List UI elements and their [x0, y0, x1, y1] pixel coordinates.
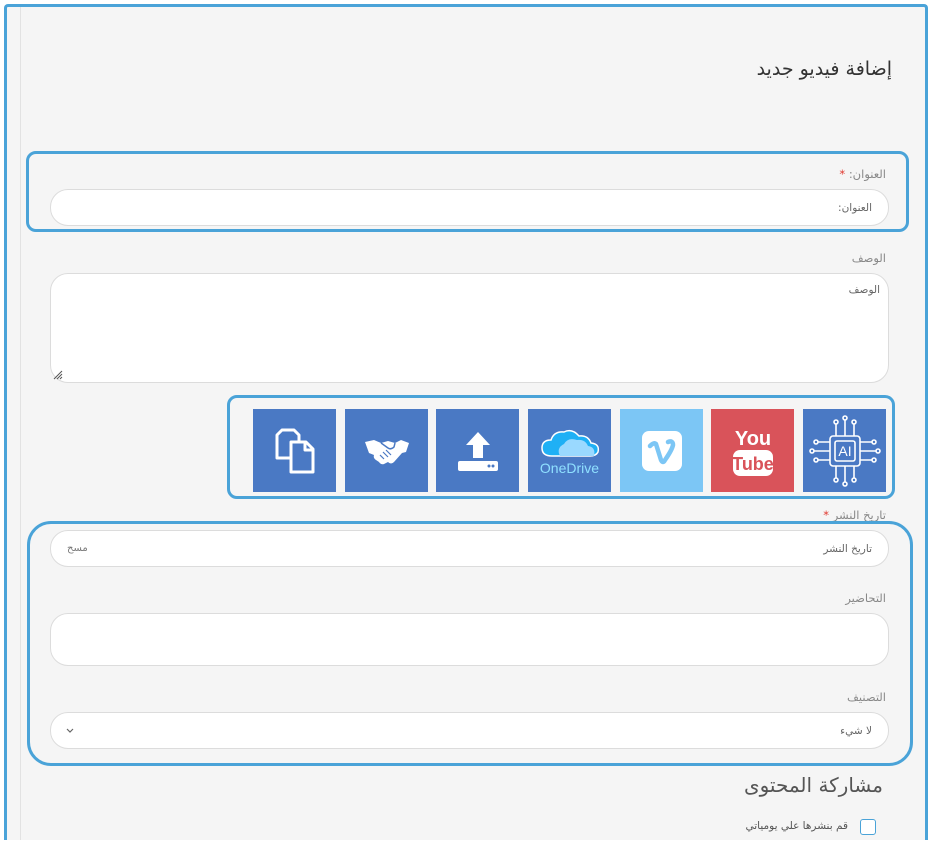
- source-youtube-button[interactable]: You Tube: [711, 409, 794, 492]
- sharing-section-title: مشاركة المحتوى: [743, 773, 883, 797]
- description-textarea[interactable]: الوصف: [50, 273, 889, 383]
- publish-to-diary-checkbox[interactable]: [860, 819, 876, 835]
- youtube-label-top: You: [734, 428, 770, 450]
- handshake-icon: [364, 439, 409, 464]
- chevron-down-icon: [66, 728, 74, 733]
- upload-icon: [457, 431, 498, 471]
- title-label: العنوان: *: [839, 167, 886, 181]
- onedrive-label: OneDrive: [539, 459, 600, 476]
- preparations-label: التحاضير: [845, 591, 886, 605]
- category-selected-value: لا شيء: [840, 725, 872, 737]
- source-ai-button[interactable]: AI: [803, 409, 886, 492]
- frame-inner-line: [20, 7, 21, 840]
- clear-date-button[interactable]: مسح: [67, 543, 88, 554]
- publish-date-input[interactable]: تاريخ النشر مسح: [50, 530, 889, 567]
- publish-to-diary-label: قم بنشرها علي يومياتي: [745, 820, 848, 832]
- source-onedrive-button[interactable]: OneDrive: [528, 409, 611, 492]
- category-label: التصنيف: [847, 690, 886, 704]
- source-vimeo-button[interactable]: [620, 409, 703, 492]
- source-upload-button[interactable]: [436, 409, 519, 492]
- source-share-button[interactable]: [345, 409, 428, 492]
- page-title: إضافة فيديو جديد: [756, 58, 892, 80]
- source-copy-button[interactable]: [253, 409, 336, 492]
- copy-icon: [275, 428, 314, 473]
- resize-handle-icon[interactable]: [53, 370, 63, 380]
- description-label: الوصف: [851, 251, 886, 265]
- title-input[interactable]: العنوان:: [50, 189, 889, 226]
- onedrive-icon: [540, 429, 599, 457]
- preparations-input[interactable]: [50, 613, 889, 666]
- youtube-label-bottom: Tube: [732, 454, 774, 474]
- ai-chip-icon: AI: [808, 414, 881, 487]
- youtube-icon: You Tube: [732, 428, 774, 476]
- publish-date-label: تاريخ النشر *: [823, 508, 886, 522]
- ai-label: AI: [838, 443, 851, 459]
- vimeo-icon: [641, 430, 682, 471]
- category-select[interactable]: لا شيء: [50, 712, 889, 749]
